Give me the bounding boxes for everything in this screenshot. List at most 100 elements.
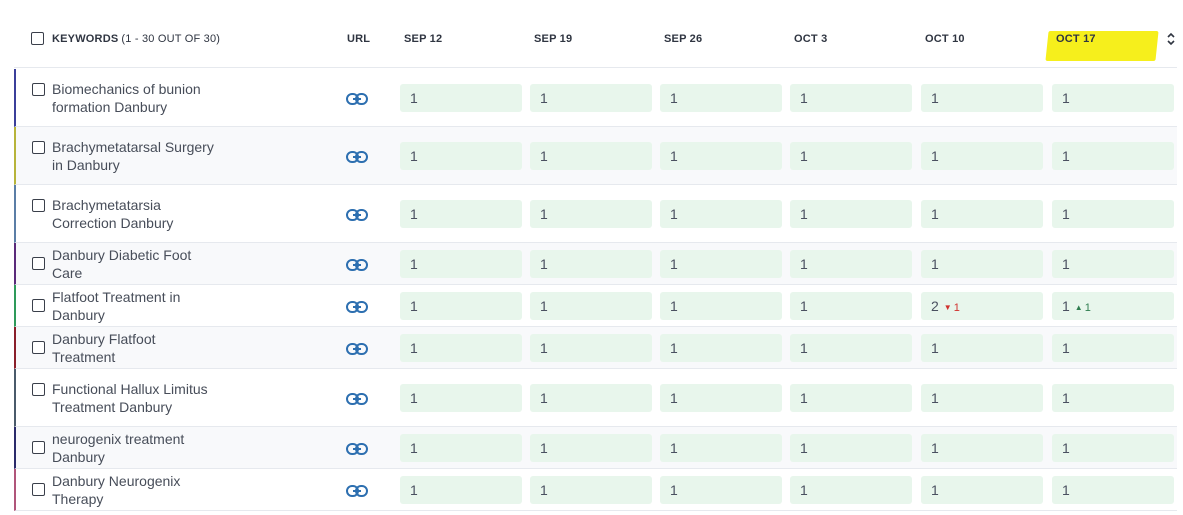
link-icon[interactable] [346, 150, 368, 163]
url-header: URL [347, 32, 371, 45]
table-row: Flatfoot Treatment in Danbury 1 1 1 1 2 ▼ 1 1 ▲ 1 [14, 285, 1177, 327]
rank-value: 1 [410, 298, 418, 314]
rank-cell: 1 [921, 334, 1043, 362]
rank-cell: 1 [400, 476, 522, 504]
rank-cell: 1 [660, 434, 782, 462]
rank-value: 1 [1062, 482, 1070, 498]
rank-cell: 1 [400, 434, 522, 462]
row-checkbox[interactable] [32, 83, 45, 96]
arrow-up-icon: ▲ [1074, 303, 1083, 312]
rank-value: 2 [931, 298, 939, 314]
rank-cell: 1 [790, 292, 912, 320]
rank-value: 1 [540, 256, 548, 272]
row-checkbox[interactable] [32, 383, 45, 396]
rank-value: 1 [931, 206, 939, 222]
keywords-header: KEYWORDS (1 - 30 OUT OF 30) [31, 10, 220, 67]
link-icon[interactable] [346, 342, 368, 355]
sort-icon[interactable] [1162, 28, 1180, 50]
rank-cell: 1 [660, 200, 782, 228]
date-header-oct17[interactable]: OCT 17 [1056, 10, 1096, 67]
table-row: Danbury Neurogenix Therapy 1 1 1 1 1 1 [14, 469, 1177, 511]
rank-value: 1 [410, 340, 418, 356]
date-header-sep19[interactable]: SEP 19 [534, 10, 572, 67]
rank-cell: 1 [400, 200, 522, 228]
rank-cell: 1 [921, 434, 1043, 462]
rank-cell: 1 [530, 250, 652, 278]
link-icon[interactable] [346, 300, 368, 313]
rank-cell: 1 [400, 250, 522, 278]
keyword-cell: Biomechanics of bunion formation Danbury [32, 69, 332, 126]
rank-value: 1 [1062, 206, 1070, 222]
rank-cell: 1 [530, 84, 652, 112]
rank-value: 1 [1062, 256, 1070, 272]
rank-value: 1 [931, 90, 939, 106]
table-row: Brachymetatarsia Correction Danbury 1 1 1 1 1… [14, 185, 1177, 243]
rank-value: 1 [800, 148, 808, 164]
rank-value: 1 [670, 440, 678, 456]
rank-cell: 1 [790, 384, 912, 412]
link-icon[interactable] [346, 258, 368, 271]
rank-value: 1 [931, 482, 939, 498]
rank-value: 1 [540, 440, 548, 456]
rank-cell: 1 [530, 292, 652, 320]
link-icon[interactable] [346, 208, 368, 221]
keyword-text: Functional Hallux Limitus Treatment Danb… [52, 380, 208, 415]
rank-value: 1 [800, 206, 808, 222]
keywords-header-label[interactable]: KEYWORDS [52, 33, 118, 45]
rank-cell: 1 ▲ 1 [1052, 292, 1174, 320]
link-icon[interactable] [346, 92, 368, 105]
rank-cell: 1 [790, 142, 912, 170]
rank-cell: 1 [1052, 434, 1174, 462]
keyword-cell: Brachymetatarsia Correction Danbury [32, 185, 332, 242]
link-icon[interactable] [346, 392, 368, 405]
rank-value: 1 [410, 390, 418, 406]
table-row: Brachymetatarsal Surgery in Danbury 1 1 1 1 1… [14, 127, 1177, 185]
keyword-cell: Danbury Flatfoot Treatment [32, 327, 332, 368]
rank-cell: 1 [1052, 200, 1174, 228]
date-header-sep12[interactable]: SEP 12 [404, 10, 442, 67]
rank-cell: 1 [530, 476, 652, 504]
keyword-cell: Danbury Diabetic Foot Care [32, 243, 332, 284]
rank-cell: 1 [660, 384, 782, 412]
row-checkbox[interactable] [32, 199, 45, 212]
rank-value: 1 [540, 90, 548, 106]
rank-value: 1 [931, 440, 939, 456]
row-checkbox[interactable] [32, 441, 45, 454]
table-row: Danbury Diabetic Foot Care 1 1 1 1 1 1 [14, 243, 1177, 285]
table-header: KEYWORDS (1 - 30 OUT OF 30) URL SEP 12 S… [14, 10, 1177, 68]
rank-cell: 1 [400, 292, 522, 320]
keyword-cell: Danbury Neurogenix Therapy [32, 469, 332, 510]
rank-cell: 1 [660, 334, 782, 362]
table-row: neurogenix treatment Danbury 1 1 1 1 1 1 [14, 427, 1177, 469]
date-header-sep26[interactable]: SEP 26 [664, 10, 702, 67]
rank-value: 1 [800, 482, 808, 498]
rank-cell: 1 [400, 142, 522, 170]
row-checkbox[interactable] [32, 141, 45, 154]
rank-value: 1 [670, 390, 678, 406]
row-checkbox[interactable] [32, 341, 45, 354]
link-icon[interactable] [346, 484, 368, 497]
row-checkbox[interactable] [32, 257, 45, 270]
link-icon[interactable] [346, 442, 368, 455]
select-all-checkbox[interactable] [31, 32, 44, 45]
row-checkbox[interactable] [32, 483, 45, 496]
rank-value: 1 [670, 482, 678, 498]
rank-cell: 1 [530, 384, 652, 412]
rank-value: 1 [931, 148, 939, 164]
keyword-text: Danbury Neurogenix Therapy [52, 472, 181, 507]
rank-cell: 1 [1052, 476, 1174, 504]
date-header-oct3[interactable]: OCT 3 [794, 10, 827, 67]
row-checkbox[interactable] [32, 299, 45, 312]
rank-cell: 1 [921, 250, 1043, 278]
rank-cell: 1 [1052, 384, 1174, 412]
rank-cell: 1 [530, 200, 652, 228]
keyword-text: Flatfoot Treatment in Danbury [52, 288, 181, 323]
rank-value: 1 [670, 298, 678, 314]
date-header-oct10[interactable]: OCT 10 [925, 10, 965, 67]
rank-value: 1 [1062, 90, 1070, 106]
rank-value: 1 [670, 256, 678, 272]
rank-cell: 1 [790, 334, 912, 362]
rank-cell: 1 [790, 476, 912, 504]
rank-cell: 1 [790, 250, 912, 278]
keyword-cell: Functional Hallux Limitus Treatment Danb… [32, 369, 332, 426]
